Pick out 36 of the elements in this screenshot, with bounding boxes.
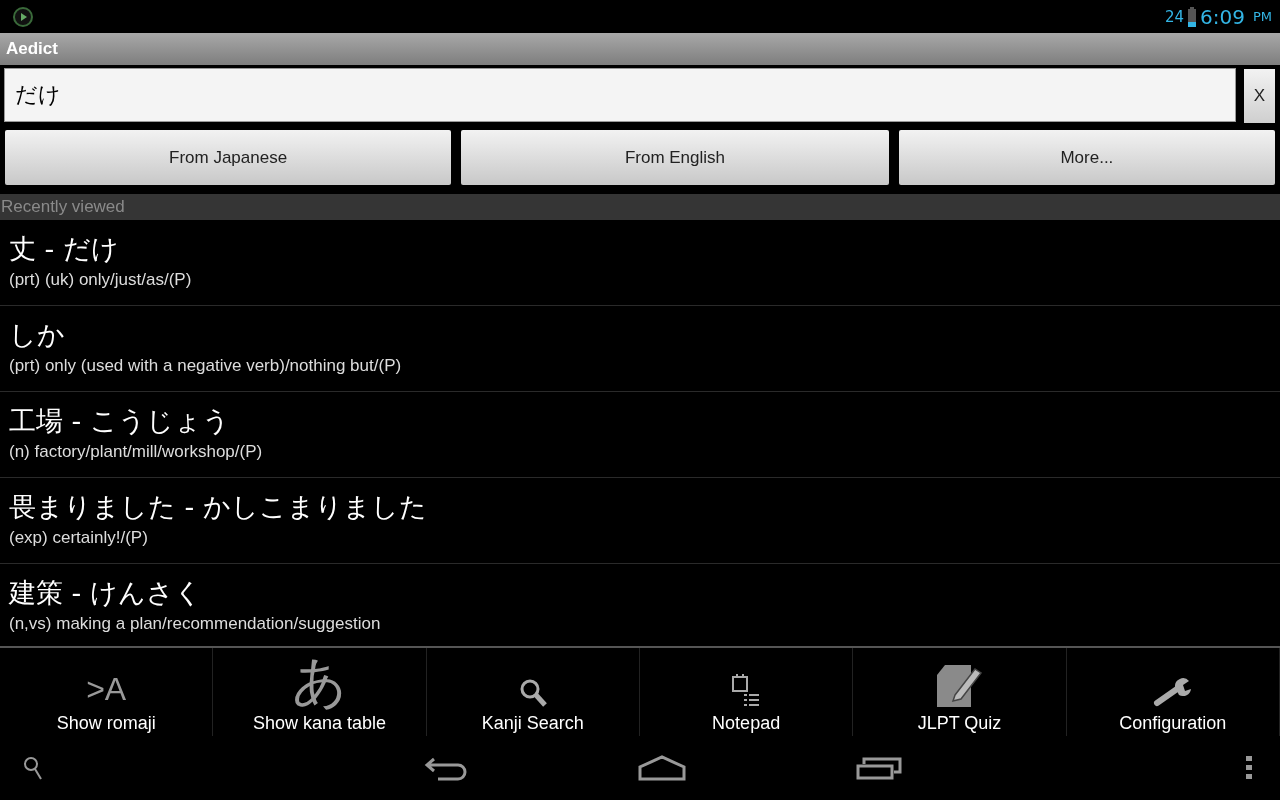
entry-term: 建策 - けんさく: [9, 576, 202, 610]
app-title: Aedict: [0, 33, 1280, 65]
glyph-icon: あ: [292, 653, 347, 709]
entry-row[interactable]: しか (prt) only (used with a negative verb)/nothing but/(P): [0, 306, 1280, 392]
clock-time: 6:09: [1200, 4, 1245, 29]
back-icon[interactable]: [424, 755, 468, 781]
entry-row[interactable]: 丈 - だけ (prt) (uk) only/just/as/(P): [0, 220, 1280, 306]
notepad-icon: [731, 673, 762, 709]
search-field[interactable]: だけ: [4, 68, 1236, 122]
search-mode-button[interactable]: More...: [898, 130, 1275, 185]
search-icon[interactable]: [22, 755, 44, 781]
entry-meaning: (exp) certainly!/(P): [9, 528, 148, 548]
entry-term: 工場 - こうじょう: [9, 404, 230, 438]
battery-icon: [1188, 6, 1196, 27]
section-header: Recently viewed: [0, 194, 1280, 220]
entry-term: 畏まりました - かしこまりました: [9, 490, 427, 524]
wrench-icon: [1152, 677, 1193, 709]
clear-button[interactable]: X: [1244, 69, 1275, 123]
entry-term: しか: [9, 318, 65, 352]
entry-meaning: (n,vs) making a plan/recommendation/suggestion: [9, 614, 381, 634]
recent-apps-icon[interactable]: [856, 756, 902, 780]
home-icon[interactable]: [638, 755, 686, 781]
search-mode-button[interactable]: From Japanese: [5, 130, 452, 185]
entry-meaning: (prt) (uk) only/just/as/(P): [9, 270, 192, 290]
entry-term: 丈 - だけ: [9, 232, 119, 266]
entry-meaning: (prt) only (used with a negative verb)/nothing but/(P): [9, 356, 402, 376]
entry-meaning: (n) factory/plant/mill/workshop/(P): [9, 442, 263, 462]
search-mode-button[interactable]: From English: [461, 130, 889, 185]
entry-row[interactable]: 工場 - こうじょう (n) factory/plant/mill/workshop/(P): [0, 392, 1280, 478]
overflow-menu-icon[interactable]: [1246, 756, 1252, 780]
entry-row[interactable]: 畏まりました - かしこまりました (exp) certainly!/(P): [0, 478, 1280, 564]
clock-ampm: PM: [1252, 9, 1272, 24]
document-pencil-icon: [935, 663, 984, 709]
app-notification-icon: [12, 5, 34, 28]
glyph-icon: >A: [86, 669, 127, 709]
battery-percent: 24: [1164, 7, 1184, 26]
